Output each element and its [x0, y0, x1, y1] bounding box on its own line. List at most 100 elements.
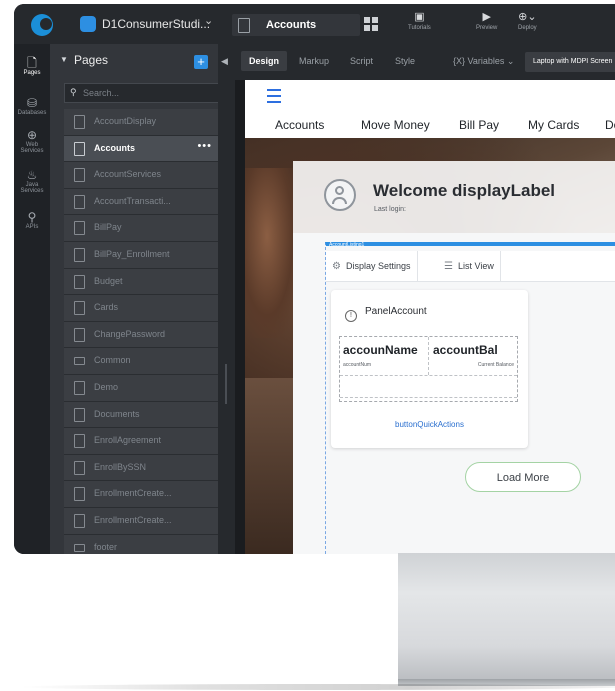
- search-box: ⚲: [64, 83, 226, 103]
- project-icon: [80, 16, 96, 32]
- page-icon: [74, 513, 85, 528]
- rail-label: Databases: [17, 110, 47, 116]
- page-icon: 🗋: [27, 56, 37, 70]
- page-item-demo[interactable]: Demo: [64, 374, 218, 402]
- panel-label: PanelAccount: [365, 306, 427, 317]
- display-settings-button[interactable]: ⚙ Display Settings: [326, 251, 418, 281]
- page-item-accountdisplay[interactable]: AccountDisplay: [64, 109, 218, 136]
- page-label: Demo: [94, 381, 119, 392]
- more-options-icon[interactable]: •••: [197, 140, 212, 152]
- rail-label: APIs: [25, 224, 39, 230]
- page-item-cards[interactable]: Cards: [64, 295, 218, 322]
- account-balance-label: accountBal: [433, 343, 498, 357]
- preview-label: Preview: [476, 25, 498, 31]
- rail-item-pages[interactable]: 🗋 Pages: [14, 56, 50, 76]
- page-item-accountservices[interactable]: AccountServices: [64, 162, 218, 189]
- page-icon: [74, 274, 85, 289]
- page-item-enrollagreement[interactable]: EnrollAgreement: [64, 428, 218, 455]
- nav-tab-move-money[interactable]: Move Money: [361, 118, 430, 132]
- nav-tab-accounts[interactable]: Accounts: [275, 118, 324, 132]
- caret-down-icon[interactable]: ▼: [60, 55, 68, 64]
- project-name[interactable]: D1ConsumerStudi...: [102, 17, 210, 31]
- page-icon: [74, 194, 85, 209]
- editor-tabs: Design Markup Script Style {X} Variables…: [235, 44, 615, 80]
- grid-icon[interactable]: [364, 17, 378, 31]
- page-item-changepassword[interactable]: ChangePassword: [64, 321, 218, 349]
- device-select[interactable]: Laptop with MDPI Screen: [525, 52, 615, 72]
- page-label: EnrollBySSN: [94, 461, 147, 472]
- page-label: footer: [94, 541, 118, 552]
- page-icon: [74, 327, 85, 342]
- monitor-stand: [398, 553, 615, 686]
- page-label: Budget: [94, 275, 123, 286]
- add-page-button[interactable]: +: [194, 55, 208, 69]
- page-item-enrollbyssn[interactable]: EnrollBySSN: [64, 454, 218, 482]
- tab-style[interactable]: Style: [395, 56, 415, 66]
- panel-divider[interactable]: ◀: [218, 44, 235, 554]
- page-label: BillPay: [94, 222, 122, 233]
- rail-item-java-services[interactable]: ♨ Java Services: [14, 168, 50, 194]
- video-icon: ▣: [414, 11, 425, 23]
- page-icon: [238, 18, 250, 33]
- database-icon: ⛁: [26, 96, 38, 110]
- welcome-panel: Welcome displayLabel Last login:: [293, 161, 615, 233]
- account-name-cell[interactable]: accounName accountNum: [340, 337, 429, 375]
- page-label: EnrollAgreement: [94, 435, 162, 446]
- page-item-budget[interactable]: Budget: [64, 268, 218, 296]
- deploy-label: Deploy: [518, 25, 537, 31]
- quick-actions-button[interactable]: buttonQuickActions: [331, 420, 528, 429]
- search-input[interactable]: [83, 86, 213, 99]
- page-icon: [74, 247, 85, 262]
- rail-label: Pages: [23, 70, 41, 76]
- app-logo-icon[interactable]: [31, 14, 53, 36]
- collapse-left-icon[interactable]: ◀: [221, 56, 228, 67]
- page-icon: [74, 168, 85, 183]
- rail-item-web-services[interactable]: ⊕ Web Services: [14, 128, 50, 154]
- page-item-accounttransactions[interactable]: AccountTransacti...: [64, 188, 218, 216]
- account-name-label: accounName: [343, 343, 418, 357]
- page-item-footer[interactable]: footer: [64, 534, 218, 554]
- display-settings-label: Display Settings: [345, 261, 411, 271]
- page-item-enrollmentcreate-1[interactable]: EnrollmentCreate...: [64, 481, 218, 508]
- nav-tab-bill-pay[interactable]: Bill Pay: [459, 118, 499, 132]
- tab-markup[interactable]: Markup: [299, 56, 329, 66]
- page-item-billpay-enrollment[interactable]: BillPay_Enrollment: [64, 241, 218, 269]
- welcome-title: Welcome displayLabel: [373, 181, 556, 200]
- search-icon: ⚲: [70, 87, 77, 97]
- page-item-billpay[interactable]: BillPay: [64, 215, 218, 242]
- tutorials-label: Tutorials: [408, 25, 431, 31]
- page-item-accounts[interactable]: Accounts •••: [64, 135, 218, 163]
- list-view-button[interactable]: ☰ List View: [438, 251, 501, 281]
- rail-item-apis[interactable]: ⚲ APIs: [14, 210, 50, 230]
- pages-panel: ▼ Pages + ⚲ AccountDisplay Accounts ••• A…: [50, 44, 248, 554]
- page-list: AccountDisplay Accounts ••• AccountServic…: [64, 109, 218, 554]
- tab-script[interactable]: Script: [350, 56, 373, 66]
- page-icon: [74, 380, 85, 395]
- tab-design[interactable]: Design: [241, 51, 288, 71]
- hamburger-menu-icon[interactable]: [267, 89, 281, 103]
- app-header: Accounts Move Money Bill Pay My Cards Do…: [245, 80, 615, 138]
- preview-button[interactable]: ▶ Preview: [476, 11, 497, 31]
- variables-menu[interactable]: {X} Variables ⌄: [453, 56, 514, 67]
- page-item-documents[interactable]: Documents: [64, 401, 218, 429]
- load-more-button[interactable]: Load More: [465, 462, 581, 492]
- deploy-button[interactable]: ⊕⌄ Deploy: [518, 11, 537, 31]
- account-number-label: accountNum: [343, 362, 372, 368]
- listing-tag: AccountListing1: [329, 242, 365, 248]
- rail-item-databases[interactable]: ⛁ Databases: [14, 96, 50, 116]
- chevron-down-icon[interactable]: ⌄: [204, 14, 213, 27]
- user-avatar-icon: [324, 179, 356, 211]
- tutorials-button[interactable]: ▣ Tutorials: [408, 11, 431, 31]
- nav-tab-my-cards[interactable]: My Cards: [528, 118, 579, 132]
- resize-handle[interactable]: [225, 364, 227, 404]
- page-icon: [74, 141, 85, 156]
- nav-tab-documents[interactable]: Doc: [605, 118, 615, 132]
- page-tab-accounts[interactable]: Accounts: [232, 14, 360, 36]
- page-label: Accounts: [94, 142, 136, 153]
- page-item-enrollmentcreate-2[interactable]: EnrollmentCreate...: [64, 507, 218, 535]
- account-balance-cell[interactable]: accountBal Current Balance: [429, 337, 517, 375]
- page-item-common[interactable]: Common: [64, 348, 218, 375]
- panel-account-card[interactable]: ! PanelAccount accounName accountNum acc…: [331, 290, 528, 448]
- account-row[interactable]: accounName accountNum accountBal Current…: [339, 336, 518, 402]
- rail-label: Web Services: [20, 142, 44, 154]
